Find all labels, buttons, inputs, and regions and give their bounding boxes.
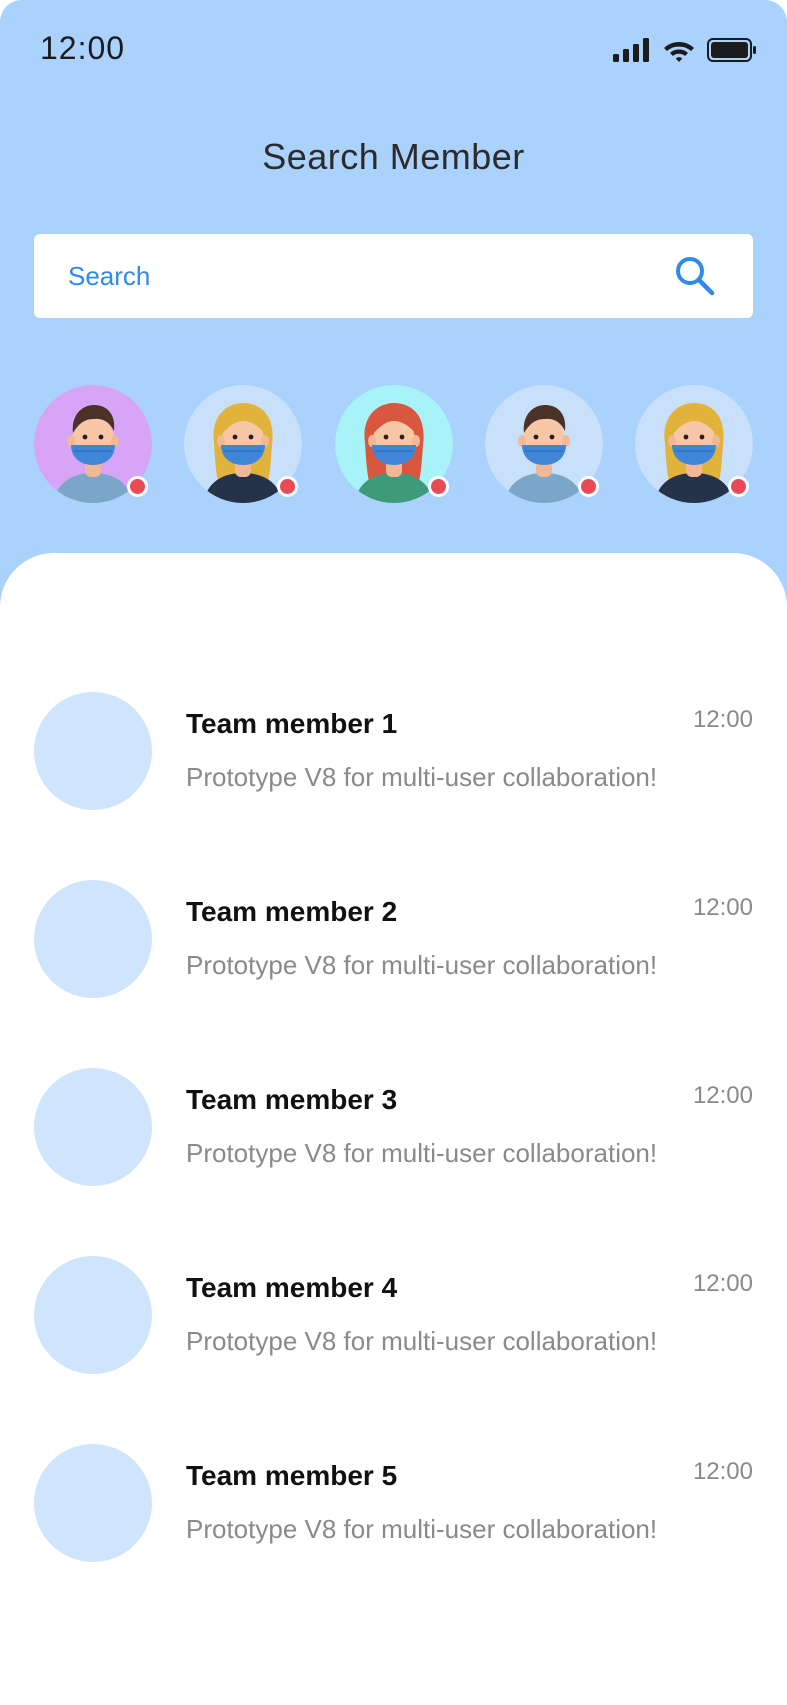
member-list-item[interactable]: Team member 5 12:00 Prototype V8 for mul… [0,1444,787,1562]
message-time: 12:00 [692,706,753,733]
cellular-signal-icon [613,38,649,62]
avatar [34,1444,152,1562]
avatar [34,1068,152,1186]
status-icons [613,36,757,64]
message-preview: Prototype V8 for multi-user collaboratio… [186,1326,658,1356]
wifi-icon [664,42,694,62]
search-bar [34,234,753,318]
avatar [34,692,152,810]
message-time: 12:00 [692,1458,753,1485]
app-screen: 12:00 Search Member Search Team member 1… [0,0,787,1705]
message-preview: Prototype V8 for multi-user collaboratio… [186,1138,658,1168]
member-list-item[interactable]: Team member 2 12:00 Prototype V8 for mul… [0,880,787,998]
avatar [34,880,152,998]
message-preview: Prototype V8 for multi-user collaboratio… [186,1514,658,1544]
member-avatar-strip [34,385,753,503]
member-avatar[interactable] [635,385,753,503]
online-status-dot [427,476,449,497]
avatar [34,1256,152,1374]
status-bar: 12:00 [0,0,787,100]
member-name: Team member 3 [186,1084,398,1115]
search-input[interactable] [68,234,668,318]
search-button[interactable] [673,254,717,298]
page-title: Search Member [262,136,525,177]
battery-icon [707,38,756,62]
message-preview: Prototype V8 for multi-user collaboratio… [186,762,658,792]
member-avatar[interactable] [334,385,453,503]
member-name: Team member 4 [186,1272,398,1303]
member-name: Team member 2 [186,896,398,927]
member-avatar[interactable] [184,385,303,503]
member-list-item[interactable]: Team member 4 12:00 Prototype V8 for mul… [0,1256,787,1374]
member-name: Team member 1 [186,708,398,739]
member-list-item[interactable]: Team member 3 12:00 Prototype V8 for mul… [0,1068,787,1186]
message-preview: Prototype V8 for multi-user collaboratio… [186,950,658,980]
member-avatar[interactable] [484,385,603,503]
online-status-dot [277,476,299,497]
member-name: Team member 5 [186,1460,398,1491]
member-list-item[interactable]: Team member 1 12:00 Prototype V8 for mul… [0,692,787,810]
online-status-dot [127,476,148,497]
member-avatar[interactable] [34,385,152,503]
status-time: 12:00 [40,30,126,66]
message-time: 12:00 [692,894,753,921]
online-status-dot [728,476,749,497]
online-status-dot [577,476,599,497]
message-time: 12:00 [692,1270,753,1297]
message-time: 12:00 [692,1082,753,1109]
search-icon [676,257,715,296]
